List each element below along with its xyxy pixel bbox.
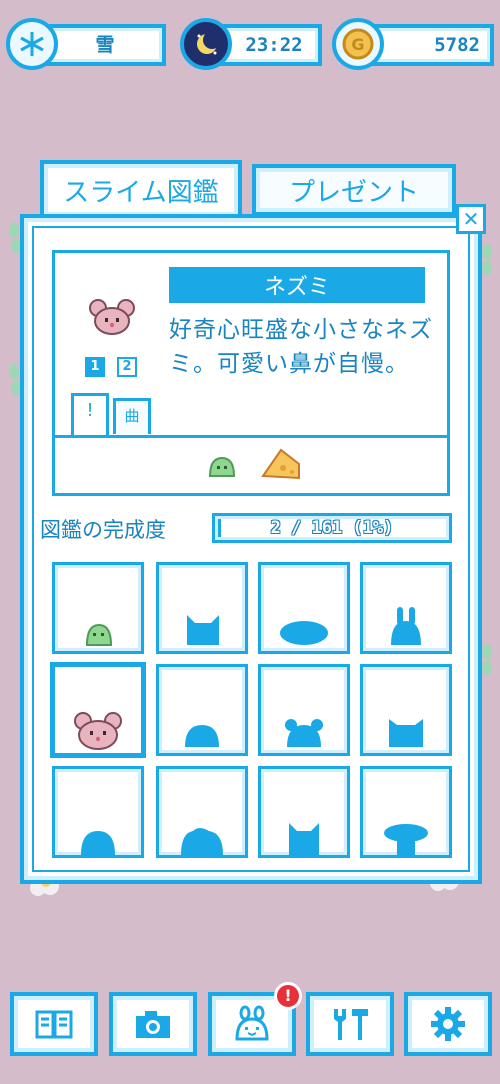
grid-cell-rabbit-silhouette[interactable] bbox=[360, 562, 452, 654]
grid-cell-cat2-silhouette[interactable] bbox=[360, 664, 452, 756]
book-icon bbox=[35, 1010, 73, 1039]
nav-camera-button[interactable] bbox=[109, 992, 197, 1056]
grid-cell-cat-silhouette[interactable] bbox=[156, 562, 248, 654]
completion-count: 2 / 161 (1%) bbox=[270, 518, 394, 538]
close-icon: ✕ bbox=[462, 207, 480, 231]
coin-icon: G bbox=[332, 18, 384, 70]
tools-icon bbox=[334, 1009, 368, 1040]
music-icon: 曲 bbox=[124, 407, 140, 425]
coin-pill: 5782 bbox=[370, 24, 494, 66]
clock-pill: 23:22 bbox=[218, 24, 322, 66]
nav-settings-button[interactable] bbox=[404, 992, 492, 1056]
cheese-icon bbox=[261, 448, 300, 480]
mini-tab-music[interactable]: 曲 bbox=[113, 398, 151, 434]
slime-face-icon bbox=[235, 1005, 269, 1041]
grid-cell-flat-blob-silhouette[interactable] bbox=[258, 562, 350, 654]
completion-progress-bar: 2 / 161 (1%) bbox=[212, 513, 452, 543]
nav-tools-button[interactable] bbox=[306, 992, 394, 1056]
clock-time: 23:22 bbox=[245, 34, 303, 56]
nav-encyclopedia-button[interactable] bbox=[10, 992, 98, 1056]
camera-icon bbox=[136, 1011, 170, 1038]
svg-text:G: G bbox=[351, 35, 364, 54]
pin-icon: ! bbox=[86, 400, 94, 421]
grid-cell-mouse[interactable] bbox=[50, 662, 146, 758]
weather-pill: 雪 bbox=[44, 24, 166, 66]
tab-label: プレゼント bbox=[288, 177, 419, 208]
completion-label: 図鑑の完成度 bbox=[40, 518, 166, 542]
grid-cell-round-blob-silhouette[interactable] bbox=[156, 664, 248, 756]
grid-cell-green-slime[interactable] bbox=[52, 562, 144, 654]
snowflake-icon bbox=[6, 18, 58, 70]
green-slime-icon bbox=[208, 456, 236, 477]
mouse-portrait bbox=[89, 299, 135, 335]
gear-icon bbox=[431, 1007, 465, 1041]
page-button-2[interactable]: 2 bbox=[117, 357, 137, 377]
grid-cell-wide-blob-silhouette[interactable] bbox=[156, 766, 248, 858]
favorite-foods-row bbox=[55, 435, 447, 493]
moon-icon bbox=[180, 18, 232, 70]
notification-badge: ! bbox=[274, 982, 302, 1010]
page-button-1[interactable]: 1 bbox=[85, 357, 105, 377]
close-button[interactable]: ✕ bbox=[456, 204, 486, 234]
grid-cell-mushroom-silhouette[interactable] bbox=[360, 766, 452, 858]
tab-presents[interactable]: プレゼント bbox=[252, 164, 456, 216]
grid-cell-fox-silhouette[interactable] bbox=[258, 766, 350, 858]
entry-name: ネズミ bbox=[169, 267, 425, 303]
coin-amount: 5782 bbox=[434, 34, 480, 56]
grid-cell-dome-silhouette[interactable] bbox=[52, 766, 144, 858]
tab-label: スライム図鑑 bbox=[63, 177, 219, 208]
tab-slime-encyclopedia[interactable]: スライム図鑑 bbox=[40, 160, 242, 220]
entry-description: 好奇心旺盛な小さなネズミ。可愛い鼻が自慢。 bbox=[169, 317, 433, 377]
weather-label: 雪 bbox=[95, 34, 115, 56]
grid-cell-bear-silhouette[interactable] bbox=[258, 664, 350, 756]
mini-tab-info[interactable]: ! bbox=[71, 393, 109, 435]
entry-detail-card: ネズミ 好奇心旺盛な小さなネズミ。可愛い鼻が自慢。 1 2 ! 曲 bbox=[52, 250, 450, 496]
